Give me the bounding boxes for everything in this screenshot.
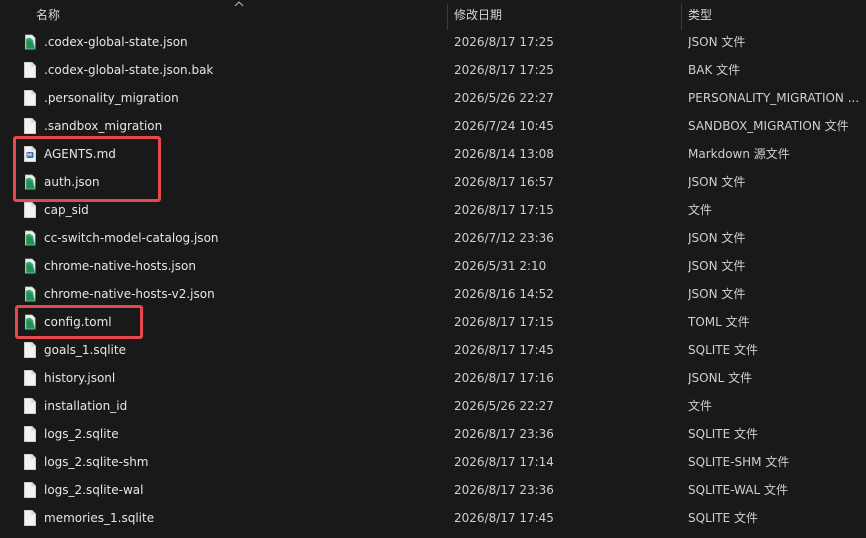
file-type: SQLITE-SHM 文件 — [688, 455, 790, 469]
json-file-icon — [25, 258, 36, 274]
file-type: SQLITE 文件 — [688, 343, 759, 357]
file-name[interactable]: .personality_migration — [44, 84, 444, 112]
file-date-modified: 2026/8/17 17:45 — [454, 343, 554, 357]
file-date-modified: 2026/8/17 17:16 — [454, 371, 554, 385]
column-divider[interactable] — [447, 4, 448, 30]
markdown-file-icon — [24, 146, 36, 162]
file-type: BAK 文件 — [688, 63, 741, 77]
column-header-name[interactable]: 名称 — [36, 0, 446, 30]
file-date-modified: 2026/8/17 23:36 — [454, 483, 554, 497]
file-date-modified: 2026/8/16 14:52 — [454, 287, 554, 301]
file-name[interactable]: .codex-global-state.json — [44, 28, 444, 56]
file-row[interactable]: logs_2.sqlite-wal 2026/8/17 23:36 SQLITE-W… — [0, 476, 866, 504]
file-type: SQLITE-WAL 文件 — [688, 483, 788, 497]
file-row[interactable]: .codex-global-state.json.bak 2026/8/17 17… — [0, 56, 866, 84]
file-name[interactable]: auth.json — [44, 168, 444, 196]
blank-file-icon — [24, 118, 36, 134]
file-name[interactable]: logs_2.sqlite-wal — [44, 476, 444, 504]
file-date-modified: 2026/8/14 13:08 — [454, 147, 554, 161]
file-date-modified: 2026/5/26 22:27 — [454, 91, 554, 105]
file-type: JSON 文件 — [688, 231, 746, 245]
toml-file-icon — [25, 314, 36, 330]
blank-file-icon — [24, 342, 36, 358]
file-row[interactable]: .personality_migration 2026/5/26 22:27 PER… — [0, 84, 866, 112]
file-row[interactable]: AGENTS.md 2026/8/14 13:08 Markdown 源文件 — [0, 140, 866, 168]
file-type: JSONL 文件 — [688, 371, 753, 385]
file-type: 文件 — [688, 203, 713, 217]
blank-file-icon — [24, 454, 36, 470]
file-row[interactable]: config.toml 2026/8/17 17:15 TOML 文件 — [0, 308, 866, 336]
json-file-icon — [25, 286, 36, 302]
file-row[interactable]: memories_1.sqlite 2026/8/17 17:45 SQLITE 文… — [0, 504, 866, 532]
blank-file-icon — [24, 398, 36, 414]
file-row[interactable]: chrome-native-hosts.json 2026/5/31 2:10 JS… — [0, 252, 866, 280]
file-name[interactable]: logs_2.sqlite-shm — [44, 448, 444, 476]
file-date-modified: 2026/8/17 17:15 — [454, 315, 554, 329]
file-date-modified: 2026/8/17 16:57 — [454, 175, 554, 189]
file-name[interactable]: config.toml — [44, 308, 444, 336]
file-type: JSON 文件 — [688, 175, 746, 189]
blank-file-icon — [24, 426, 36, 442]
file-type: JSON 文件 — [688, 259, 746, 273]
file-row[interactable]: history.jsonl 2026/8/17 17:16 JSONL 文件 — [0, 364, 866, 392]
file-type: SQLITE 文件 — [688, 427, 759, 441]
file-name[interactable]: .sandbox_migration — [44, 112, 444, 140]
file-date-modified: 2026/7/24 10:45 — [454, 119, 554, 133]
file-type: Markdown 源文件 — [688, 147, 790, 161]
file-row[interactable]: installation_id 2026/5/26 22:27 文件 — [0, 392, 866, 420]
file-date-modified: 2026/8/17 23:36 — [454, 427, 554, 441]
blank-file-icon — [24, 370, 36, 386]
file-row[interactable]: .codex-global-state.json 2026/8/17 17:25 J… — [0, 28, 866, 56]
file-type: PERSONALITY_MIGRATION ... — [688, 91, 860, 105]
file-type: JSON 文件 — [688, 287, 746, 301]
file-date-modified: 2026/8/17 17:45 — [454, 511, 554, 525]
file-row[interactable]: logs_2.sqlite-shm 2026/8/17 17:14 SQLITE-S… — [0, 448, 866, 476]
file-type: TOML 文件 — [688, 315, 750, 329]
blank-file-icon — [24, 510, 36, 526]
file-type: 文件 — [688, 399, 713, 413]
column-divider[interactable] — [681, 4, 682, 30]
blank-file-icon — [24, 90, 36, 106]
file-type: SQLITE 文件 — [688, 511, 759, 525]
file-name[interactable]: goals_1.sqlite — [44, 336, 444, 364]
file-name[interactable]: chrome-native-hosts-v2.json — [44, 280, 444, 308]
blank-file-icon — [24, 202, 36, 218]
file-row[interactable]: goals_1.sqlite 2026/8/17 17:45 SQLITE 文件 — [0, 336, 866, 364]
file-row[interactable]: chrome-native-hosts-v2.json 2026/8/16 14:… — [0, 280, 866, 308]
column-header-date-modified[interactable]: 修改日期 — [454, 0, 680, 30]
column-header-type[interactable]: 类型 — [688, 0, 866, 30]
file-rows: .codex-global-state.json 2026/8/17 17:25 J… — [0, 28, 866, 532]
file-type: SANDBOX_MIGRATION 文件 — [688, 119, 849, 133]
file-row[interactable]: cc-switch-model-catalog.json 2026/7/12 23… — [0, 224, 866, 252]
file-type: JSON 文件 — [688, 35, 746, 49]
file-name[interactable]: cc-switch-model-catalog.json — [44, 224, 444, 252]
file-row[interactable]: logs_2.sqlite 2026/8/17 23:36 SQLITE 文件 — [0, 420, 866, 448]
column-header-bar: 名称 修改日期 类型 — [0, 0, 866, 30]
file-name[interactable]: AGENTS.md — [44, 140, 444, 168]
file-date-modified: 2026/8/17 17:25 — [454, 35, 554, 49]
file-row[interactable]: auth.json 2026/8/17 16:57 JSON 文件 — [0, 168, 866, 196]
blank-file-icon — [24, 62, 36, 78]
file-name[interactable]: .codex-global-state.json.bak — [44, 56, 444, 84]
blank-file-icon — [24, 482, 36, 498]
file-name[interactable]: memories_1.sqlite — [44, 504, 444, 532]
file-name[interactable]: installation_id — [44, 392, 444, 420]
file-date-modified: 2026/7/12 23:36 — [454, 231, 554, 245]
file-name[interactable]: history.jsonl — [44, 364, 444, 392]
json-file-icon — [25, 230, 36, 246]
json-file-icon — [25, 174, 36, 190]
file-date-modified: 2026/8/17 17:15 — [454, 203, 554, 217]
file-name[interactable]: logs_2.sqlite — [44, 420, 444, 448]
file-explorer-list: 名称 修改日期 类型 .codex-global-state.json 2026/… — [0, 0, 866, 538]
file-date-modified: 2026/8/17 17:25 — [454, 63, 554, 77]
file-row[interactable]: cap_sid 2026/8/17 17:15 文件 — [0, 196, 866, 224]
file-date-modified: 2026/5/26 22:27 — [454, 399, 554, 413]
file-date-modified: 2026/5/31 2:10 — [454, 259, 547, 273]
file-row[interactable]: .sandbox_migration 2026/7/24 10:45 SANDBOX… — [0, 112, 866, 140]
file-name[interactable]: cap_sid — [44, 196, 444, 224]
file-date-modified: 2026/8/17 17:14 — [454, 455, 554, 469]
json-file-icon — [25, 34, 36, 50]
file-name[interactable]: chrome-native-hosts.json — [44, 252, 444, 280]
